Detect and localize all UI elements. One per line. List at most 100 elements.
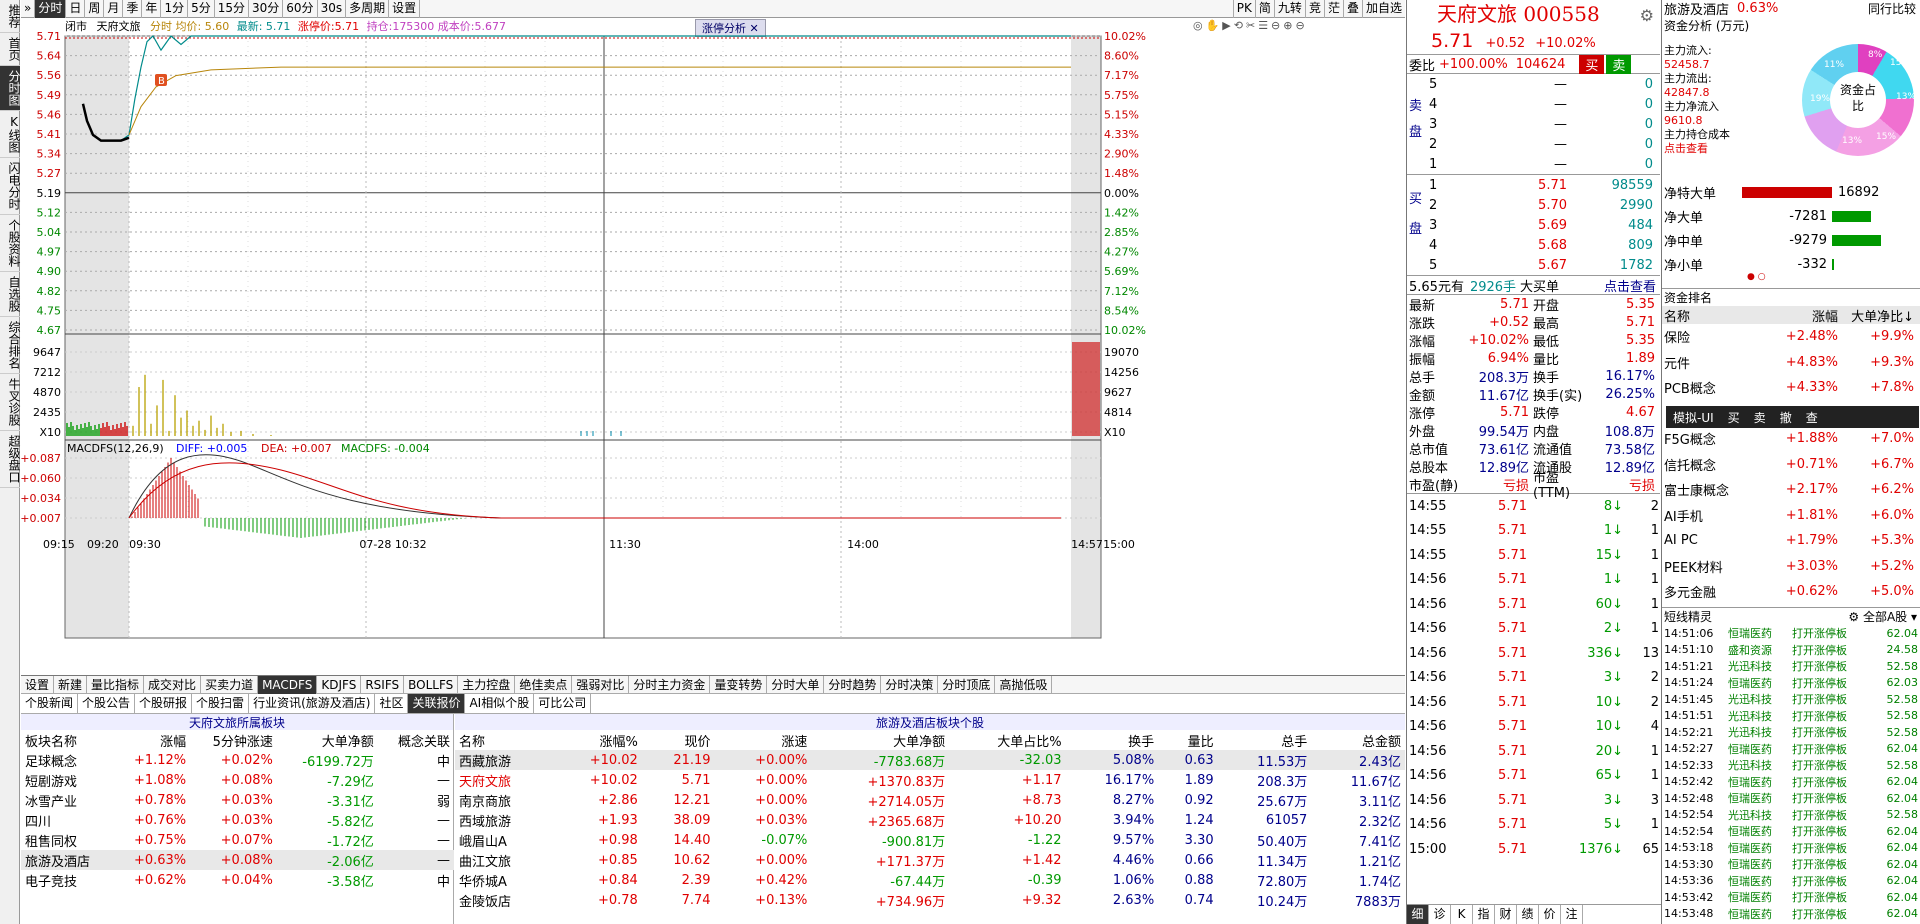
- indicator-tab[interactable]: BOLLFS: [404, 676, 459, 694]
- sell-level[interactable]: 1 — 0: [1407, 154, 1660, 174]
- period-tab[interactable]: 5分: [188, 0, 215, 18]
- toolbar-button[interactable]: 叠: [1342, 0, 1362, 18]
- toolbar-button[interactable]: 茫: [1323, 0, 1343, 18]
- buy-level[interactable]: 3 5.69 484: [1407, 215, 1660, 235]
- fund-link[interactable]: 点击查看: [1664, 142, 1784, 156]
- indicator-tab[interactable]: 分时趋势: [824, 676, 882, 694]
- nav-item[interactable]: 首页: [0, 33, 21, 66]
- indicator-tab[interactable]: 分时顶底: [938, 676, 996, 694]
- sell-level[interactable]: 5 — 0: [1407, 74, 1660, 94]
- buy-level[interactable]: 5 5.67 1782: [1407, 255, 1660, 275]
- rank-row[interactable]: 元件 +4.83% +9.3%: [1662, 350, 1920, 376]
- quote-tab[interactable]: 财: [1495, 905, 1517, 924]
- toolbar-button[interactable]: 九转: [1273, 0, 1305, 18]
- stock-row[interactable]: 金陵饭店 +0.78 7.74 +0.13% +734.96万 +9.32 2.63% 0.7…: [455, 890, 1405, 910]
- sector-row[interactable]: 四川 +0.76% +0.03% -5.82亿 —: [21, 810, 454, 830]
- buy-button[interactable]: 买: [1579, 54, 1605, 74]
- indicator-tab[interactable]: 成交对比: [144, 676, 202, 694]
- indicator-tab[interactable]: 强弱对比: [572, 676, 630, 694]
- rank-row[interactable]: 信托概念 +0.71% +6.7%: [1662, 452, 1920, 478]
- nav-item[interactable]: 超级盘口: [0, 431, 21, 488]
- nav-item[interactable]: 牛叉诊股: [0, 374, 21, 431]
- nav-item[interactable]: 推荐: [0, 0, 21, 33]
- rank-row[interactable]: PEEK材料 +3.03% +5.2%: [1662, 554, 1920, 580]
- period-tab[interactable]: 日: [66, 0, 86, 18]
- short-row[interactable]: 14:51:24 恒瑞医药 打开涨停板 62.03: [1662, 675, 1920, 692]
- toolbar-button[interactable]: 简: [1254, 0, 1274, 18]
- stock-header-cell[interactable]: 涨幅%: [552, 730, 642, 750]
- stock-row[interactable]: 西藏旅游 +10.02 21.19 +0.00% -7783.68万 -32.03 5.08…: [455, 750, 1405, 770]
- nav-item[interactable]: 分时图: [0, 66, 21, 111]
- short-row[interactable]: 14:51:06 恒瑞医药 打开涨停板 62.04: [1662, 625, 1920, 642]
- period-tab[interactable]: 60分: [283, 0, 318, 18]
- sector-header-cell[interactable]: 5分钟涨速: [190, 730, 277, 750]
- sector-row[interactable]: 旅游及酒店 +0.63% +0.08% -2.06亿 —: [21, 850, 454, 870]
- news-tab[interactable]: AI相似个股: [465, 694, 535, 713]
- nav-item[interactable]: 个股资料: [0, 215, 21, 272]
- short-row[interactable]: 14:51:51 光迅科技 打开涨停板 52.58: [1662, 708, 1920, 725]
- indicator-tab[interactable]: 买卖力道: [201, 676, 259, 694]
- short-row[interactable]: 14:52:48 恒瑞医药 打开涨停板 62.04: [1662, 790, 1920, 807]
- rank-row[interactable]: F5G概念 +1.88% +7.0%: [1662, 426, 1920, 452]
- indicator-tab[interactable]: 分时主力资金: [629, 676, 711, 694]
- stock-header-cell[interactable]: 大单占比%: [949, 730, 1065, 750]
- nav-item[interactable]: K线图: [0, 111, 21, 158]
- rank-row[interactable]: PCB概念 +4.33% +7.8%: [1662, 375, 1920, 401]
- stock-row[interactable]: 峨眉山A +0.98 14.40 -0.07% -900.81万 -1.22 9.57% 3.…: [455, 830, 1405, 850]
- sim-menu-item[interactable]: 模拟-UI: [1666, 409, 1721, 426]
- short-row[interactable]: 14:53:36 恒瑞医药 打开涨停板 62.04: [1662, 873, 1920, 890]
- sector-header-cell[interactable]: 概念关联: [378, 730, 454, 750]
- short-row[interactable]: 14:52:54 恒瑞医药 打开涨停板 62.04: [1662, 823, 1920, 840]
- stock-row[interactable]: 华侨城A +0.84 2.39 +0.42% -67.44万 -0.39 1.06% 0.88…: [455, 870, 1405, 890]
- quote-tab[interactable]: 绩: [1517, 905, 1539, 924]
- stock-header-cell[interactable]: 涨速: [715, 730, 812, 750]
- sell-button[interactable]: 卖: [1606, 54, 1632, 74]
- nav-item[interactable]: 闪电分时: [0, 158, 21, 215]
- buy-level[interactable]: 2 5.70 2990: [1407, 195, 1660, 215]
- sector-row[interactable]: 冰雪产业 +0.78% +0.03% -3.31亿 弱: [21, 790, 454, 810]
- short-scope-select[interactable]: ⚙ 全部A股 ▾: [1848, 608, 1917, 625]
- sector-header-cell[interactable]: 涨幅: [114, 730, 190, 750]
- period-tab[interactable]: 月: [104, 0, 124, 18]
- period-tab[interactable]: 分时: [35, 0, 67, 18]
- news-tab[interactable]: 关联报价: [408, 694, 466, 713]
- expand-icon[interactable]: »: [21, 0, 36, 18]
- rank-header-cell[interactable]: 涨幅: [1762, 306, 1838, 325]
- period-tab[interactable]: 15分: [215, 0, 249, 18]
- indicator-tab[interactable]: 分时大单: [767, 676, 825, 694]
- news-tab[interactable]: 个股研报: [135, 694, 193, 713]
- indicator-tab[interactable]: 高抛低吸: [995, 676, 1053, 694]
- indicator-tab[interactable]: 分时决策: [881, 676, 939, 694]
- stock-row[interactable]: 西域旅游 +1.93 38.09 +0.03% +2365.68万 +10.20 3.94%…: [455, 810, 1405, 830]
- short-row[interactable]: 14:52:27 恒瑞医药 打开涨停板 62.04: [1662, 741, 1920, 758]
- period-tab[interactable]: 季: [123, 0, 143, 18]
- period-tab[interactable]: 30分: [249, 0, 284, 18]
- rank-row[interactable]: AI手机 +1.81% +6.0%: [1662, 503, 1920, 529]
- stock-header-cell[interactable]: 总手: [1218, 730, 1312, 750]
- news-tab[interactable]: 个股扫雷: [192, 694, 250, 713]
- rank-row[interactable]: 保险 +2.48% +9.9%: [1662, 324, 1920, 350]
- short-row[interactable]: 14:51:21 光迅科技 打开涨停板 52.58: [1662, 658, 1920, 675]
- sim-menu-item[interactable]: 查: [1799, 409, 1825, 426]
- stock-header-cell[interactable]: 总金额: [1311, 730, 1405, 750]
- quote-tab[interactable]: 注: [1561, 905, 1583, 924]
- sim-menu-item[interactable]: 撤: [1773, 409, 1799, 426]
- short-row[interactable]: 14:52:54 光迅科技 打开涨停板 52.58: [1662, 807, 1920, 824]
- indicator-tab[interactable]: 量变转势: [710, 676, 768, 694]
- stock-row[interactable]: 南京商旅 +2.86 12.21 +0.00% +2714.05万 +8.73 8.27% 0…: [455, 790, 1405, 810]
- big-order-link[interactable]: 点击查看: [1604, 276, 1656, 295]
- indicator-tab[interactable]: 新建: [54, 676, 88, 694]
- sector-row[interactable]: 足球概念 +1.12% +0.02% -6199.72万 中: [21, 750, 454, 770]
- rank-row[interactable]: 富士康概念 +2.17% +6.2%: [1662, 477, 1920, 503]
- rank-row[interactable]: AI PC +1.79% +5.3%: [1662, 528, 1920, 554]
- sim-menu-item[interactable]: 卖: [1747, 409, 1773, 426]
- buy-level[interactable]: 4 5.68 809: [1407, 235, 1660, 255]
- period-tab[interactable]: 周: [85, 0, 105, 18]
- short-row[interactable]: 14:53:18 恒瑞医药 打开涨停板 62.04: [1662, 840, 1920, 857]
- indicator-tab[interactable]: 绝佳卖点: [515, 676, 573, 694]
- sector-header-cell[interactable]: 板块名称: [21, 730, 114, 750]
- intraday-chart[interactable]: 闭市 天府文旅 分时 均价: 5.60 最新: 5.71 涨停价:5.71 持仓…: [21, 18, 1405, 673]
- gear-icon[interactable]: ⚙: [1640, 2, 1654, 30]
- indicator-tab[interactable]: MACDFS: [258, 676, 318, 694]
- short-row[interactable]: 14:53:48 恒瑞医药 打开涨停板 62.04: [1662, 906, 1920, 923]
